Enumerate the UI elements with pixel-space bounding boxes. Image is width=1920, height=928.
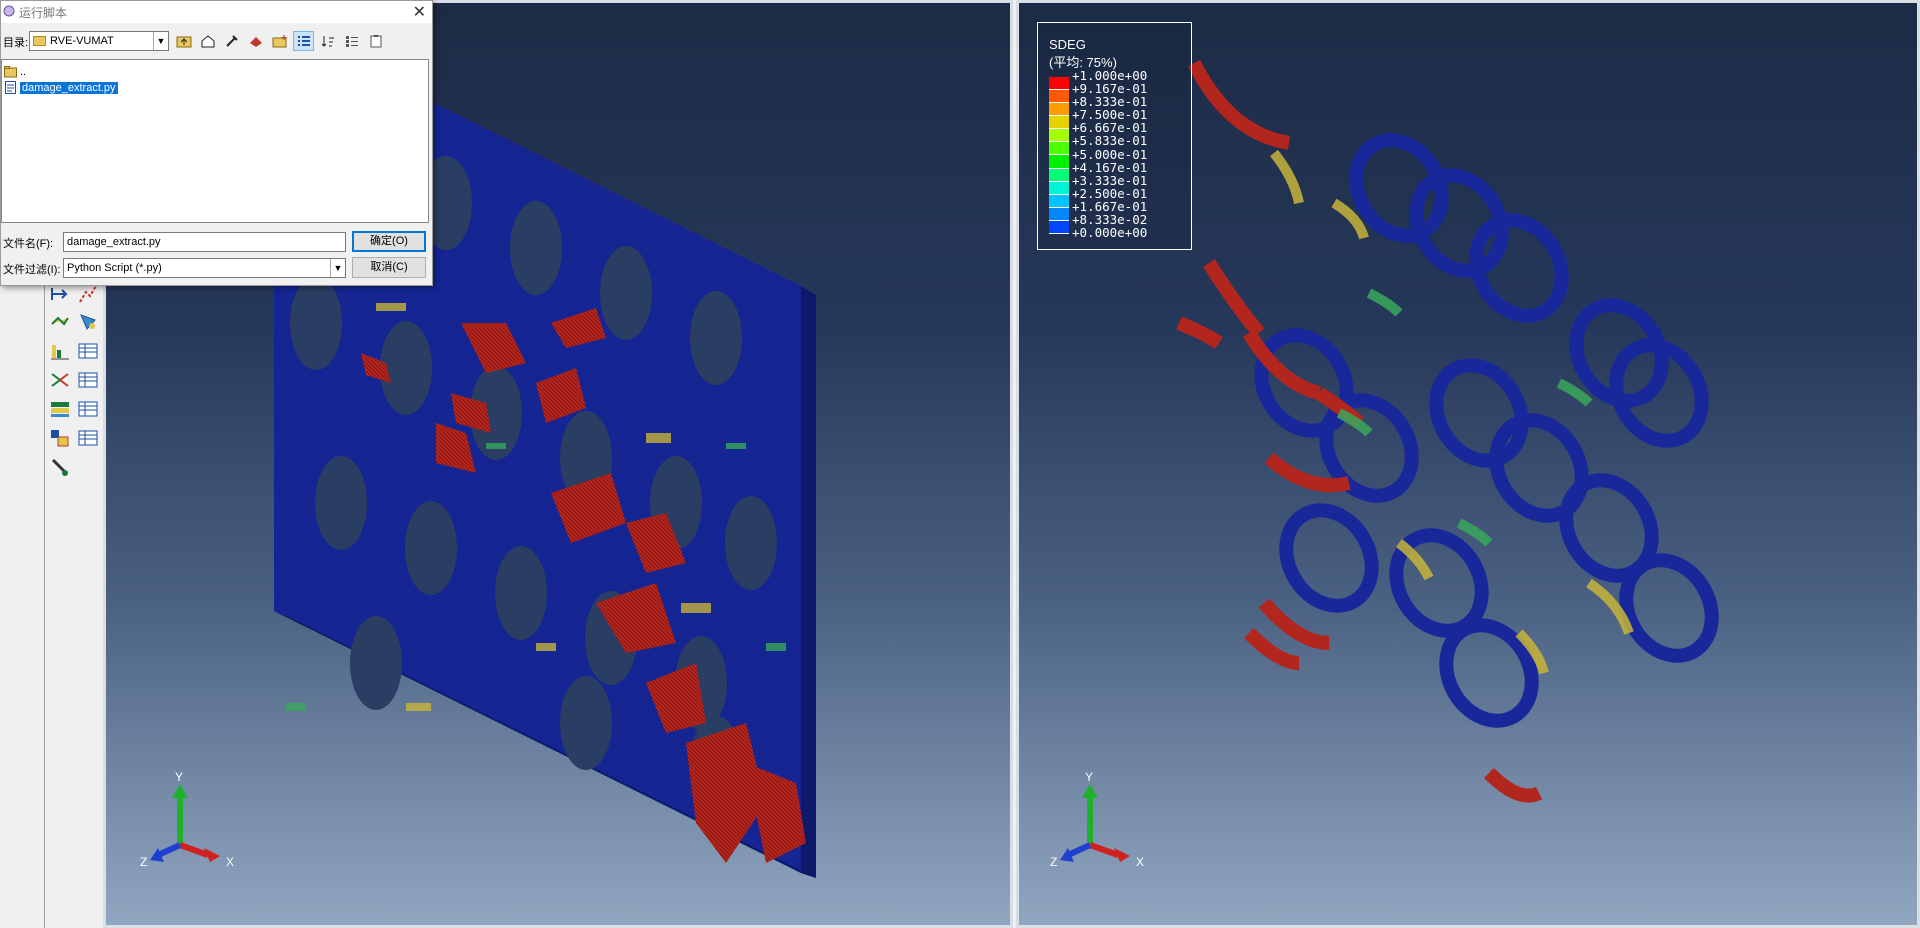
ok-button[interactable]: 确定(O) [352, 231, 426, 252]
legend-swatch [1049, 168, 1069, 182]
list-item[interactable]: damage_extract.py [4, 80, 118, 95]
directory-row: 目录: RVE-VUMAT ▼ [1, 29, 432, 53]
folder-up-button[interactable] [173, 31, 194, 51]
folder-icon [33, 36, 46, 46]
chevron-down-icon[interactable]: ▼ [153, 32, 168, 50]
home-button[interactable] [197, 31, 218, 51]
axis-label-z: Z [1050, 855, 1058, 869]
legend-value: +5.833e-01 [1072, 133, 1148, 149]
axis-label-x: X [226, 855, 235, 869]
filter-row: 文件过滤(I): Python Script (*.py) ▼ 取消(C) [1, 256, 432, 280]
legend-value: +3.333e-01 [1072, 172, 1148, 188]
bookmark-button[interactable] [245, 31, 266, 51]
axis-triad-right: Y X Z [1050, 770, 1160, 870]
dialog-titlebar[interactable]: 运行脚本 ✕ [1, 1, 432, 23]
legend-swatch [1049, 142, 1069, 156]
axis-label-y: Y [175, 770, 184, 784]
new-folder-button[interactable] [269, 31, 290, 51]
filter-label: 文件过滤(I): [3, 264, 61, 276]
close-icon[interactable]: ✕ [413, 2, 426, 22]
clipboard-button[interactable] [365, 31, 386, 51]
directory-label: 目录: [3, 37, 29, 49]
xy-data-icon[interactable] [49, 311, 71, 333]
legend-title: SDEG [1049, 37, 1086, 52]
filter-value: Python Script (*.py) [67, 262, 162, 274]
axis-label-y: Y [1085, 770, 1094, 784]
axis-triad-left: Y X Z [140, 770, 250, 870]
legend-swatch [1049, 116, 1069, 130]
legend-values: +1.000e+00 +9.167e-01 +8.333e-01 +7.500e-01… [1072, 69, 1147, 239]
list-view-button[interactable] [293, 31, 314, 51]
cancel-button[interactable]: 取消(C) [352, 257, 426, 278]
legend-swatch [1049, 77, 1069, 91]
folder-icon [4, 66, 17, 78]
path-plot-icon[interactable] [77, 283, 99, 305]
directory-value: RVE-VUMAT [50, 35, 114, 47]
legend-swatch [1049, 194, 1069, 208]
display-group-icon[interactable] [49, 427, 71, 449]
dialog-title: 运行脚本 [19, 6, 68, 20]
report-icon[interactable] [49, 340, 71, 362]
ply-stack-manager-icon[interactable] [77, 398, 99, 420]
display-group-manager-icon[interactable] [77, 427, 99, 449]
file-name: damage_extract.py [20, 81, 118, 94]
legend-swatch [1049, 129, 1069, 143]
run-script-dialog: 运行脚本 ✕ 目录: RVE-VUMAT ▼ .. damage_extract… [0, 0, 433, 286]
axis-label-x: X [1136, 855, 1145, 869]
filename-input[interactable]: damage_extract.py [63, 232, 346, 252]
file-name: .. [20, 65, 27, 78]
sort-button[interactable] [317, 31, 338, 51]
query-icon[interactable] [49, 456, 71, 478]
legend-swatch [1049, 90, 1069, 104]
legend-value: +5.000e-01 [1072, 146, 1148, 162]
legend-swatch [1049, 181, 1069, 195]
contour-legend: SDEG (平均: 75%) +1.000e+00 +9.167e-01 +8.33… [1037, 22, 1192, 250]
legend-swatch [1049, 155, 1069, 169]
filter-select[interactable]: Python Script (*.py) ▼ [63, 258, 346, 278]
legend-value: +4.167e-01 [1072, 159, 1148, 175]
material-orientation-icon[interactable] [49, 398, 71, 420]
axis-label-z: Z [140, 855, 148, 869]
animate-icon[interactable] [49, 283, 71, 305]
stream-icon[interactable] [49, 369, 71, 391]
python-file-icon [5, 81, 16, 94]
details-view-button[interactable] [341, 31, 362, 51]
legend-value: +0.000e+00 [1072, 225, 1148, 241]
list-item[interactable]: .. [4, 64, 26, 79]
stream-manager-icon[interactable] [77, 369, 99, 391]
directory-select[interactable]: RVE-VUMAT ▼ [29, 31, 169, 51]
legend-color-bar [1049, 77, 1069, 234]
legend-swatch [1049, 207, 1069, 221]
file-list[interactable]: .. damage_extract.py [1, 59, 429, 223]
work-dir-button[interactable] [221, 31, 242, 51]
chevron-down-icon[interactable]: ▼ [330, 259, 345, 277]
legend-swatch [1049, 103, 1069, 117]
app-icon [3, 5, 15, 17]
xy-manager-icon[interactable] [77, 311, 99, 333]
filename-label: 文件名(F): [3, 238, 54, 250]
legend-swatch [1049, 220, 1069, 234]
legend-value: +2.500e-01 [1072, 185, 1148, 201]
table-manager-icon[interactable] [77, 340, 99, 362]
filename-row: 文件名(F): damage_extract.py 确定(O) [1, 230, 432, 254]
